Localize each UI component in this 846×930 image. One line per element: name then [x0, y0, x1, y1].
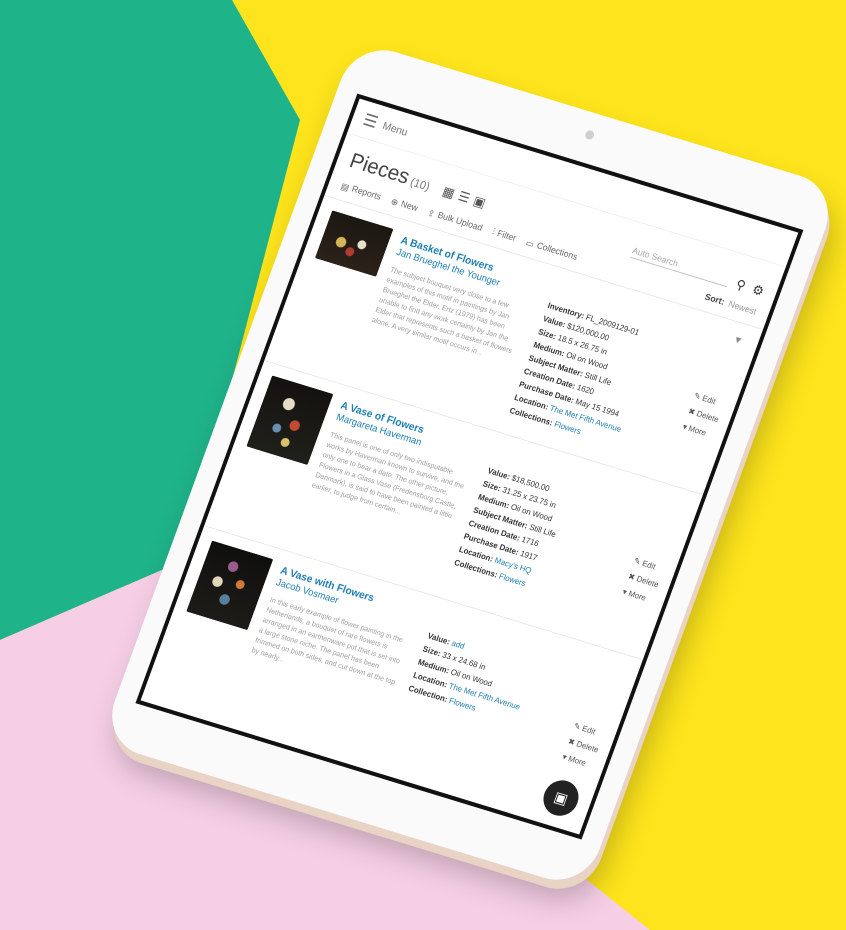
sort-label: Sort:: [703, 292, 726, 308]
camera-dot: [584, 129, 596, 141]
more-label: More: [627, 589, 648, 603]
new-label: New: [399, 199, 420, 214]
settings-icon[interactable]: ⚙: [750, 281, 766, 300]
edit-label: Edit: [700, 393, 717, 407]
delete-label: Delete: [575, 739, 600, 755]
edit-label: Edit: [580, 724, 597, 737]
image-view-icon[interactable]: ▣: [471, 194, 492, 212]
sort-value[interactable]: Newest: [727, 299, 758, 317]
delete-label: Delete: [635, 574, 660, 590]
report-icon: ▤: [339, 181, 351, 193]
filter-button[interactable]: ⫶ Filter: [491, 227, 518, 244]
folder-icon: ▭: [524, 237, 536, 250]
new-button[interactable]: ⊕ New: [389, 196, 419, 214]
search-icon[interactable]: ⚲: [734, 276, 748, 294]
page-count: (10): [408, 174, 432, 193]
more-label: More: [687, 423, 708, 438]
artwork-thumbnail[interactable]: [315, 209, 394, 277]
delete-label: Delete: [695, 409, 721, 425]
piece-meta: Value: add Size: 33 x 24.68 in Medium: O…: [386, 629, 620, 810]
add-value-link[interactable]: add: [450, 639, 466, 651]
dropdown-dot-icon[interactable]: ▾: [733, 332, 744, 347]
more-label: More: [567, 754, 588, 768]
reports-label: Reports: [350, 184, 383, 203]
upload-icon: ⇪: [426, 207, 437, 220]
artwork-thumbnail[interactable]: [246, 374, 334, 465]
menu-label[interactable]: Menu: [381, 119, 409, 138]
filter-label: Filter: [495, 228, 518, 244]
artwork-thumbnail[interactable]: [186, 540, 274, 630]
hamburger-icon[interactable]: ☰: [360, 109, 381, 132]
edit-label: Edit: [640, 558, 657, 572]
chat-icon: ▣: [551, 788, 571, 808]
plus-circle-icon: ⊕: [389, 196, 400, 208]
